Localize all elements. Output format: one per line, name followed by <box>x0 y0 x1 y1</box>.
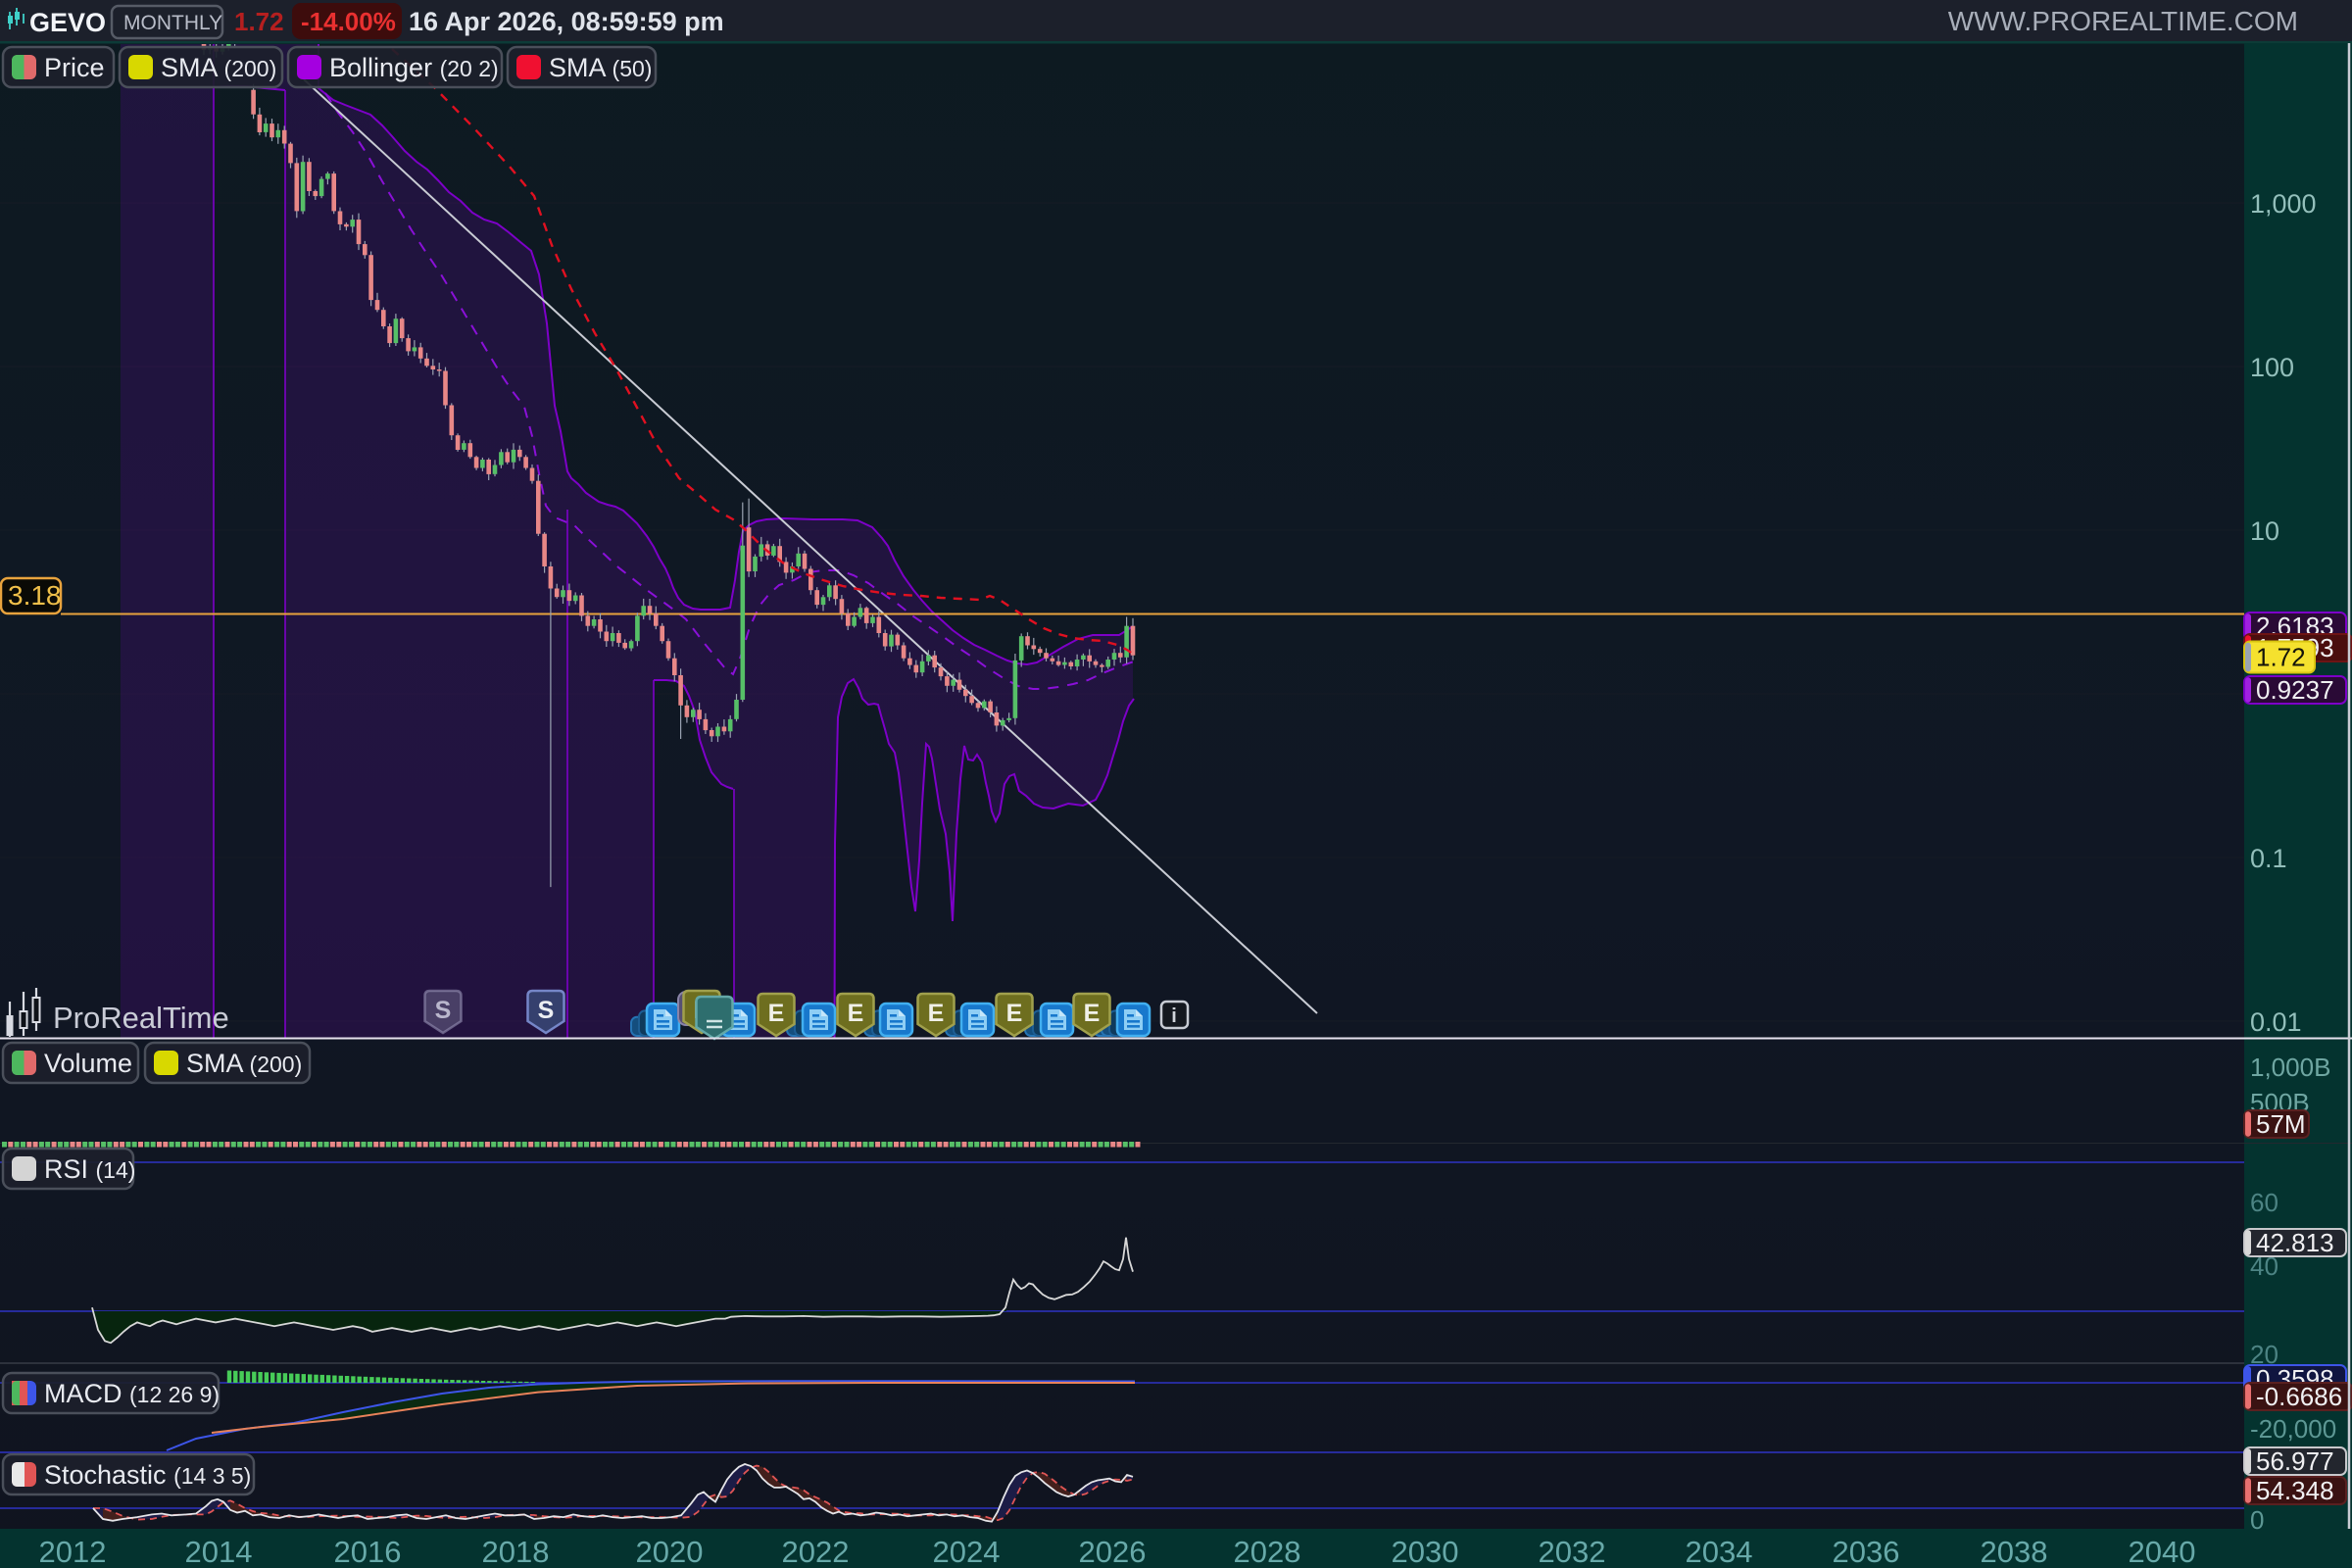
svg-text:2032: 2032 <box>1539 1535 1606 1568</box>
svg-text:100: 100 <box>2250 353 2294 382</box>
svg-text:-14.00%: -14.00% <box>301 7 396 36</box>
svg-text:60: 60 <box>2250 1188 2278 1217</box>
svg-text:1,000: 1,000 <box>2250 189 2317 219</box>
svg-text:E: E <box>768 1000 785 1027</box>
svg-text:2016: 2016 <box>334 1535 402 1568</box>
svg-text:57M: 57M <box>2256 1109 2306 1139</box>
svg-text:10: 10 <box>2250 516 2279 546</box>
svg-text:2034: 2034 <box>1686 1535 1753 1568</box>
svg-text:1,000B: 1,000B <box>2250 1053 2330 1082</box>
svg-text:2012: 2012 <box>39 1535 107 1568</box>
svg-text:i: i <box>1171 1005 1177 1027</box>
svg-text:2020: 2020 <box>636 1535 704 1568</box>
svg-text:2028: 2028 <box>1234 1535 1301 1568</box>
svg-text:-0.6686: -0.6686 <box>2256 1382 2342 1411</box>
svg-text:E: E <box>928 1000 945 1027</box>
svg-text:MONTHLY: MONTHLY <box>123 12 222 34</box>
svg-text:SMA (200): SMA (200) <box>186 1049 302 1078</box>
svg-text:Stochastic (14 3 5): Stochastic (14 3 5) <box>44 1460 251 1490</box>
svg-text:E: E <box>848 1000 864 1027</box>
svg-text:0.9237: 0.9237 <box>2256 675 2334 705</box>
svg-text:2026: 2026 <box>1079 1535 1147 1568</box>
svg-text:ProRealTime: ProRealTime <box>53 1001 229 1035</box>
svg-text:SMA (200): SMA (200) <box>161 53 276 82</box>
svg-text:2018: 2018 <box>482 1535 550 1568</box>
svg-text:Volume: Volume <box>44 1049 132 1078</box>
svg-text:0: 0 <box>2250 1505 2264 1535</box>
svg-text:RSI (14): RSI (14) <box>44 1154 135 1184</box>
svg-text:2040: 2040 <box>2129 1535 2196 1568</box>
svg-text:1.72: 1.72 <box>234 7 284 36</box>
svg-text:GEVO: GEVO <box>29 8 106 37</box>
svg-text:0.1: 0.1 <box>2250 844 2287 873</box>
svg-text:SMA (50): SMA (50) <box>549 53 652 82</box>
svg-text:E: E <box>1006 1000 1023 1027</box>
svg-text:MACD (12 26 9): MACD (12 26 9) <box>44 1379 220 1408</box>
svg-text:S: S <box>538 997 555 1024</box>
svg-text:16 Apr 2026, 08:59:59 pm: 16 Apr 2026, 08:59:59 pm <box>409 7 724 36</box>
svg-text:56.977: 56.977 <box>2256 1446 2334 1476</box>
svg-text:2024: 2024 <box>933 1535 1001 1568</box>
svg-text:S: S <box>435 997 452 1024</box>
svg-text:54.348: 54.348 <box>2256 1476 2334 1505</box>
svg-text:2014: 2014 <box>185 1535 253 1568</box>
svg-text:Price: Price <box>44 53 105 82</box>
svg-text:42.813: 42.813 <box>2256 1228 2334 1257</box>
svg-text:1.72: 1.72 <box>2256 643 2306 672</box>
svg-text:-20,000: -20,000 <box>2250 1414 2336 1444</box>
svg-text:3.18: 3.18 <box>8 580 62 611</box>
svg-text:Bollinger (20 2): Bollinger (20 2) <box>329 53 499 82</box>
svg-text:0.01: 0.01 <box>2250 1007 2302 1037</box>
svg-text:2038: 2038 <box>1981 1535 2048 1568</box>
svg-text:WWW.PROREALTIME.COM: WWW.PROREALTIME.COM <box>1948 6 2298 36</box>
svg-text:2022: 2022 <box>782 1535 850 1568</box>
svg-text:2036: 2036 <box>1833 1535 1900 1568</box>
svg-text:E: E <box>1084 1000 1101 1027</box>
svg-text:2030: 2030 <box>1392 1535 1459 1568</box>
